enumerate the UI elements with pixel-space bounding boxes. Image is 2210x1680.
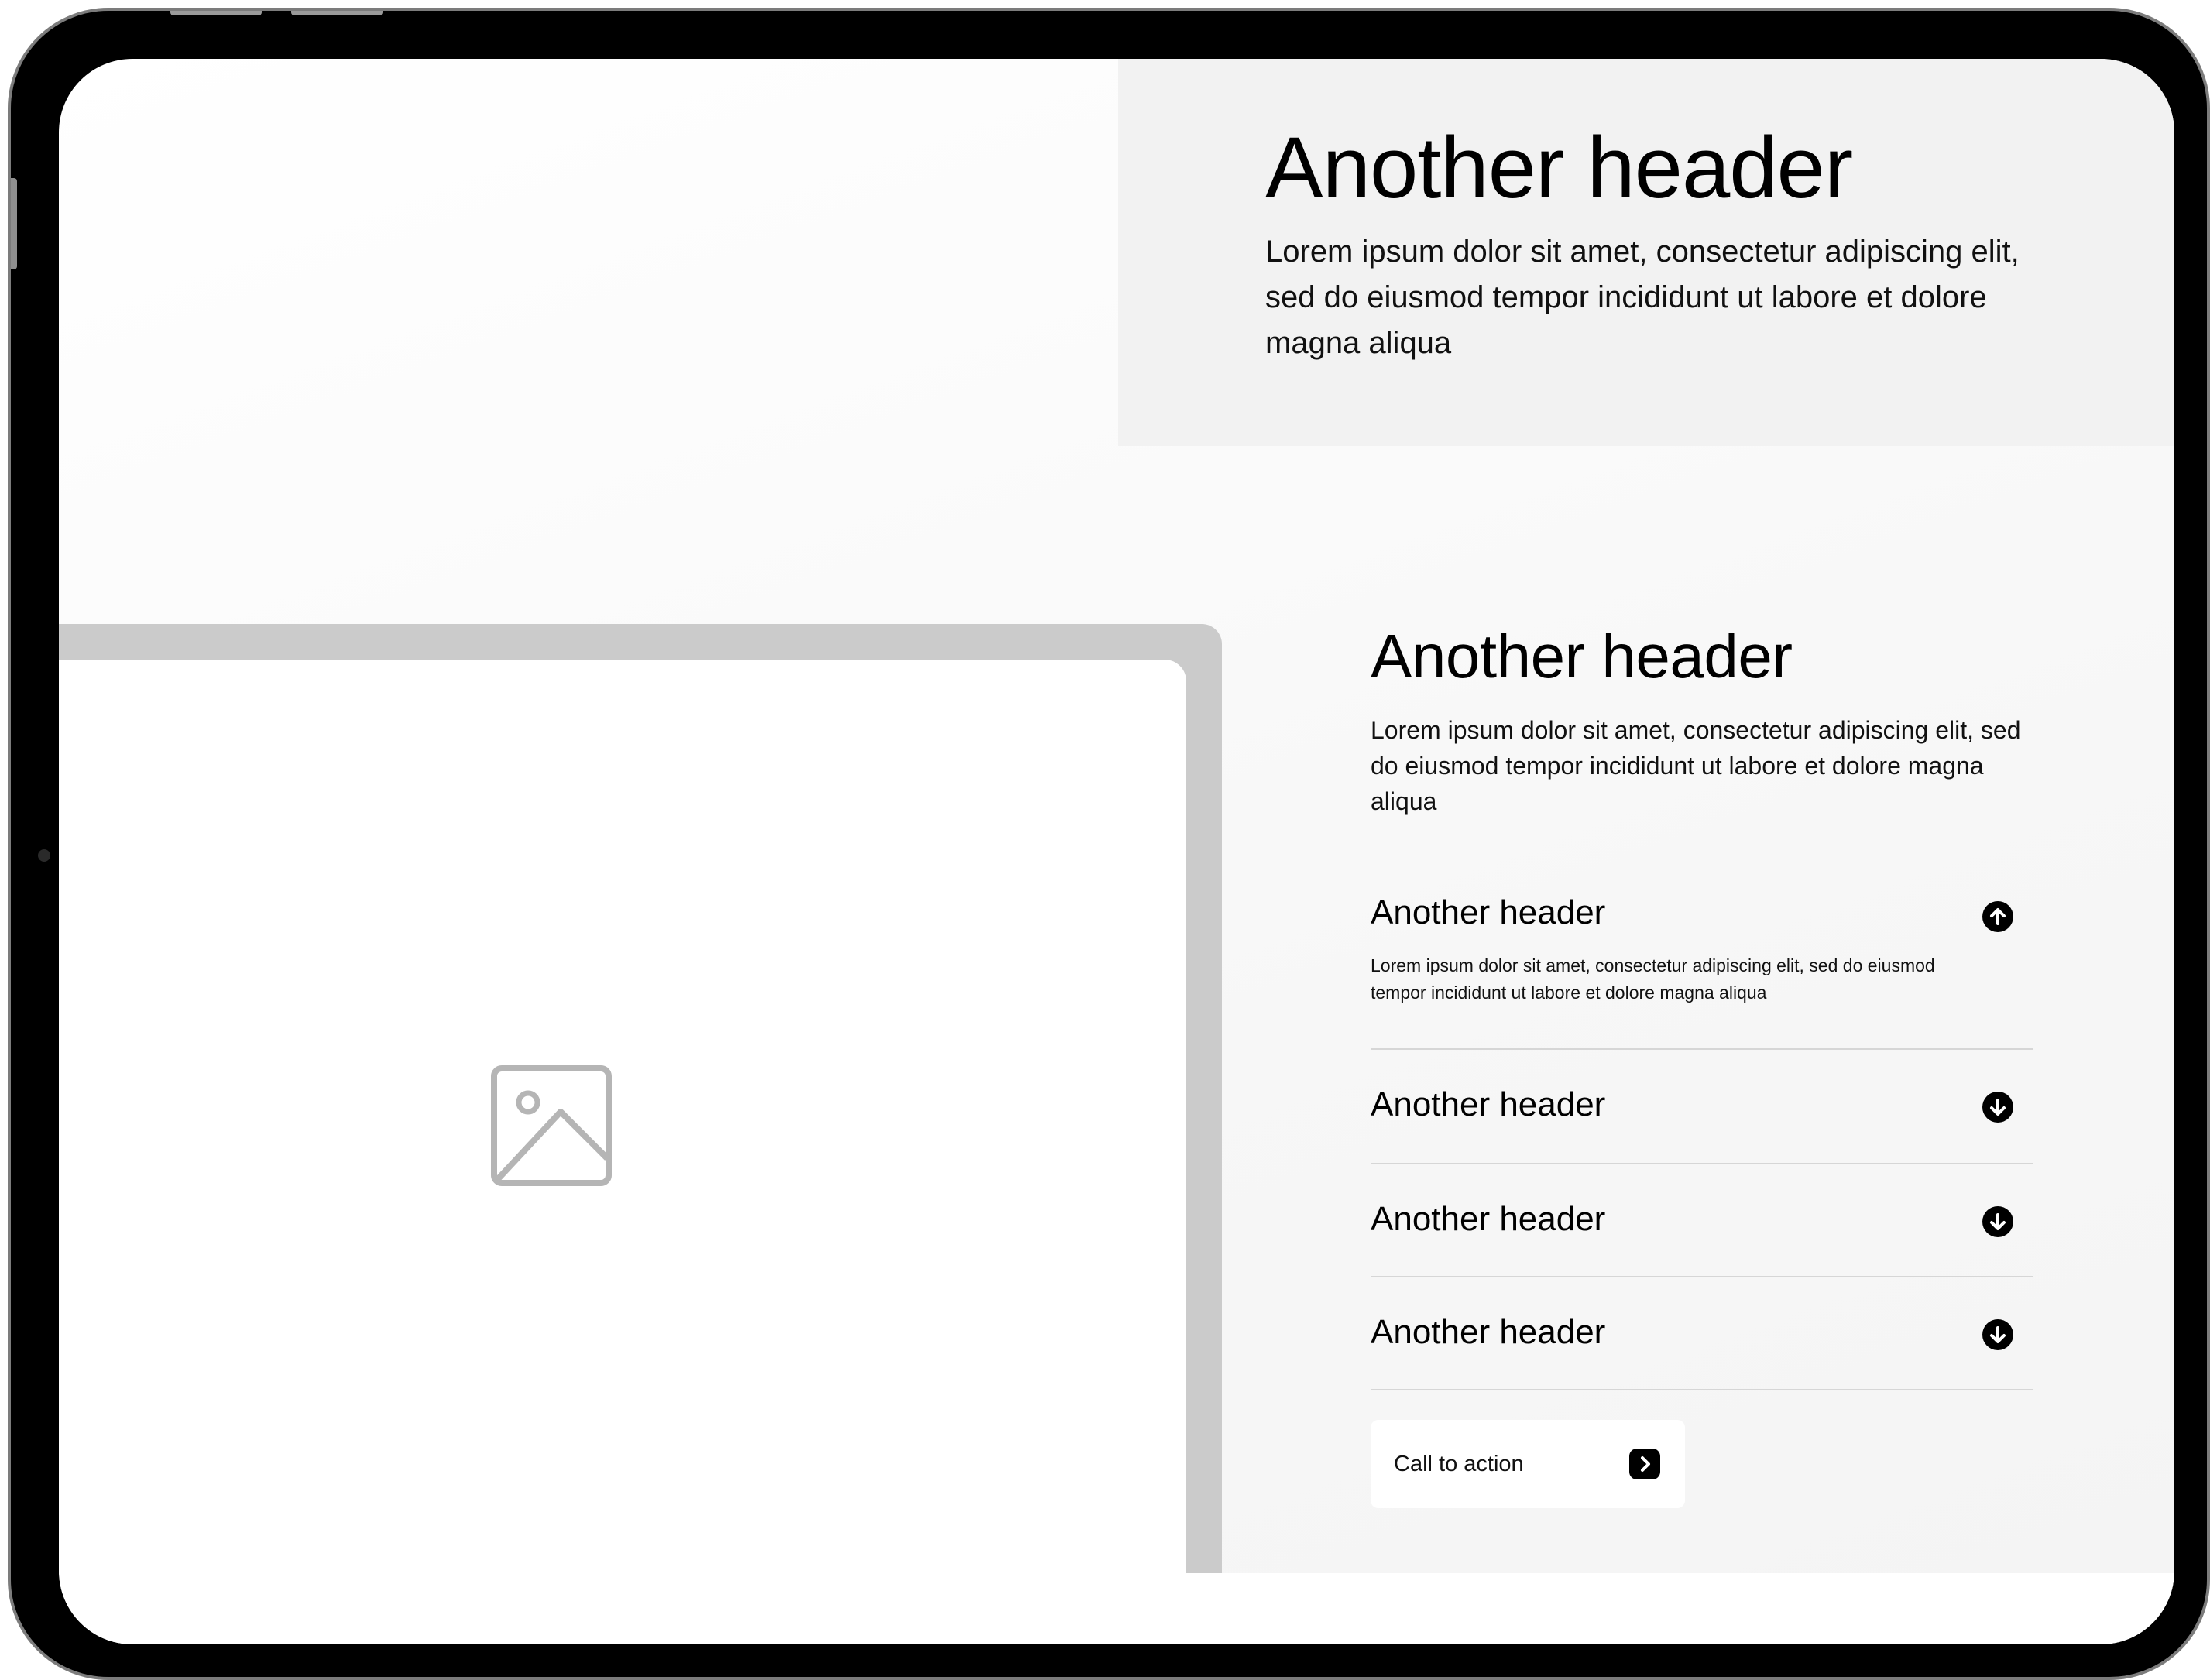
arrow-down-circle-icon[interactable]	[1982, 1092, 2013, 1123]
chevron-right-icon	[1629, 1449, 1660, 1479]
bottom-strip	[59, 1573, 2174, 1644]
accordion-item-title: Another header	[1371, 1313, 1606, 1351]
accordion-item-title: Another header	[1371, 1085, 1606, 1123]
image-placeholder-icon	[491, 1065, 612, 1186]
arrow-up-circle-icon[interactable]	[1982, 901, 2013, 932]
tablet-frame: Another header Lorem ipsum dolor sit ame…	[8, 8, 2210, 1680]
section-body: Lorem ipsum dolor sit amet, consectetur …	[1371, 716, 2021, 815]
screen: Another header Lorem ipsum dolor sit ame…	[59, 59, 2174, 1644]
volume-button	[291, 11, 383, 15]
power-button	[11, 178, 17, 269]
arrow-down-circle-icon[interactable]	[1982, 1206, 2013, 1237]
accordion-item[interactable]: Another header	[1371, 1277, 2033, 1390]
volume-button	[170, 11, 262, 15]
arrow-down-circle-icon[interactable]	[1982, 1319, 2013, 1350]
call-to-action-button[interactable]: Call to action	[1371, 1420, 1685, 1508]
hero-title: Another header	[1265, 119, 1853, 216]
camera-dot	[38, 849, 50, 862]
hero-body: Lorem ipsum dolor sit amet, consectetur …	[1265, 235, 2020, 360]
accordion-item-title: Another header	[1371, 893, 1606, 931]
accordion-item-title: Another header	[1371, 1200, 1606, 1238]
section-title: Another header	[1371, 622, 1793, 691]
media-placeholder	[59, 660, 1186, 1573]
accordion-item[interactable]: Another header	[1371, 1164, 2033, 1277]
accordion-item[interactable]: Another header	[1371, 1050, 2033, 1164]
call-to-action-label: Call to action	[1394, 1451, 1524, 1476]
accordion-item[interactable]: Another header Lorem ipsum dolor sit ame…	[1371, 887, 2033, 1050]
accordion-item-body: Lorem ipsum dolor sit amet, consectetur …	[1371, 955, 1935, 1003]
